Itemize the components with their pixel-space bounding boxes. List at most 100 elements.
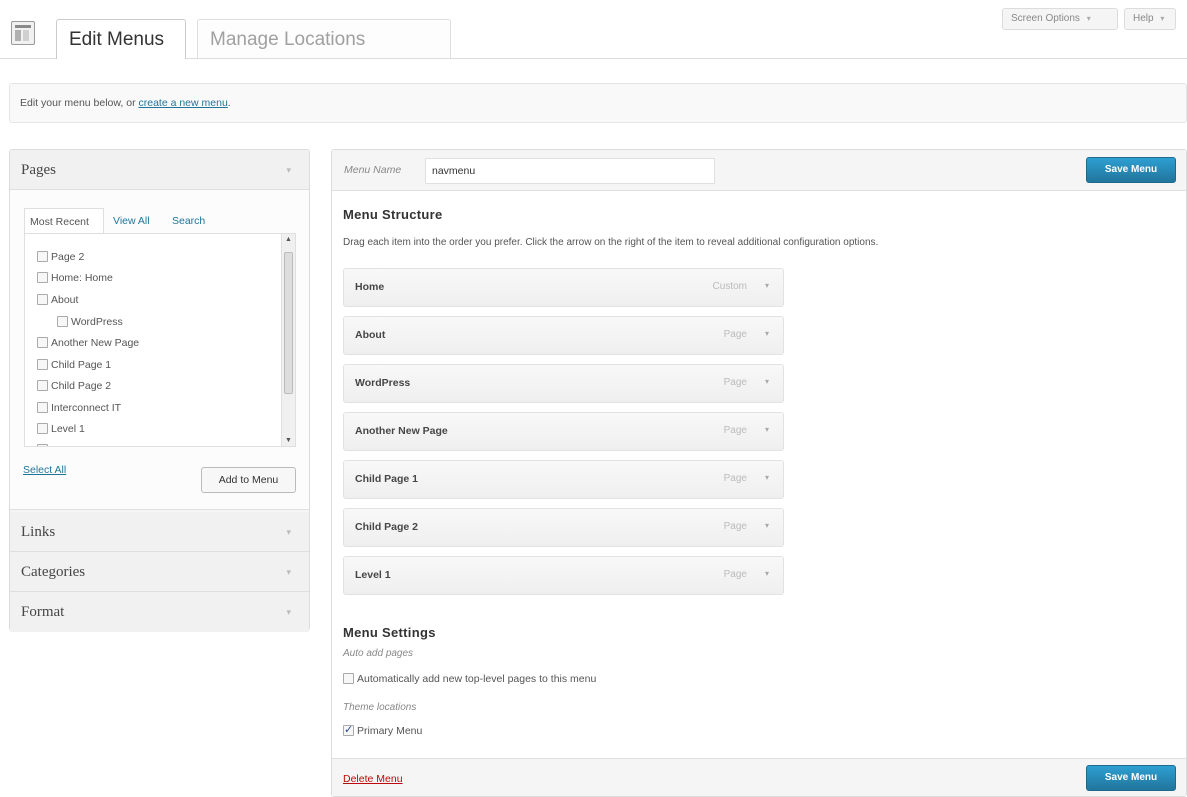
list-item[interactable]: Interconnect IT (37, 398, 121, 418)
create-new-menu-link[interactable]: create a new menu (138, 97, 227, 109)
tab-edit-menus[interactable]: Edit Menus (56, 19, 186, 59)
chevron-down-icon: ▾ (1160, 14, 1165, 23)
checkbox[interactable] (37, 271, 48, 283)
menu-structure-title: Menu Structure (343, 207, 443, 222)
chevron-down-icon: ▾ (286, 165, 291, 175)
menu-item-wordpress[interactable]: WordPress Page ▾ (343, 364, 784, 403)
tab-most-recent[interactable]: Most Recent (24, 208, 104, 234)
theme-locations-label: Theme locations (343, 702, 417, 713)
menu-footer: Delete Menu Save Menu (332, 758, 1186, 796)
section-title: Links (21, 524, 56, 540)
menu-item-title: About (355, 329, 386, 341)
add-to-menu-button[interactable]: Add to Menu (201, 467, 296, 493)
menu-item-type: Page (723, 329, 747, 340)
tab-manage-locations[interactable]: Manage Locations (197, 19, 451, 59)
list-item-label: Page 2 (51, 251, 85, 263)
select-all-link[interactable]: Select All (23, 464, 66, 476)
menu-item-title: Child Page 2 (355, 521, 419, 533)
expand-arrow-icon[interactable]: ▾ (765, 329, 769, 338)
menu-header: Menu Name navmenu Save Menu (332, 150, 1186, 191)
pages-checklist: Page 2 Home: Home About WordPress Anothe… (24, 233, 296, 447)
list-item-label: Another New Page (51, 337, 140, 349)
expand-arrow-icon[interactable]: ▾ (765, 569, 769, 578)
list-item[interactable]: Home: Home (37, 268, 113, 288)
notice-text: Edit your menu below, or (20, 97, 139, 109)
accordion-section-links[interactable]: Links ▾ (10, 512, 309, 552)
chevron-down-icon: ▾ (286, 607, 291, 617)
menu-name-label: Menu Name (344, 164, 402, 176)
delete-menu-link[interactable]: Delete Menu (343, 773, 403, 785)
pages-panel: Most Recent View All Search Page 2 Home:… (10, 190, 309, 510)
menu-item-another-new-page[interactable]: Another New Page Page ▾ (343, 412, 784, 451)
chevron-down-icon: ▾ (1086, 14, 1091, 23)
list-item[interactable] (37, 440, 51, 446)
scroll-down-icon[interactable]: ▼ (285, 437, 292, 444)
menu-item-title: Child Page 1 (355, 473, 419, 485)
checkbox[interactable] (37, 379, 48, 391)
screen-options-button[interactable]: Screen Options ▾ (1002, 8, 1118, 30)
screen-options-label: Screen Options (1011, 13, 1080, 24)
list-item-label: Home: Home (51, 272, 113, 284)
list-item[interactable]: About (37, 290, 78, 310)
list-item[interactable]: Page 2 (37, 247, 84, 267)
tab-view-all[interactable]: View All (108, 208, 155, 234)
auto-add-option[interactable]: Automatically add new top-level pages to… (343, 672, 597, 685)
menu-item-type: Page (723, 521, 747, 532)
menu-name-input[interactable]: navmenu (425, 158, 715, 184)
scroll-up-icon[interactable]: ▲ (285, 236, 292, 243)
checkbox[interactable] (37, 422, 48, 434)
checkbox[interactable] (57, 315, 68, 327)
menu-item-about[interactable]: About Page ▾ (343, 316, 784, 355)
menu-item-type: Page (723, 425, 747, 436)
list-item-label: About (51, 294, 79, 306)
list-item-label: WordPress (71, 316, 123, 328)
section-title: Categories (21, 564, 86, 580)
list-item[interactable]: Child Page 2 (37, 376, 111, 396)
tab-search[interactable]: Search (167, 208, 210, 234)
menu-item-type: Custom (712, 281, 747, 292)
menu-item-title: Home (355, 281, 385, 293)
expand-arrow-icon[interactable]: ▾ (765, 377, 769, 386)
expand-arrow-icon[interactable]: ▾ (765, 521, 769, 530)
checkbox[interactable] (37, 250, 48, 262)
primary-menu-option[interactable]: Primary Menu (343, 723, 423, 737)
save-menu-button[interactable]: Save Menu (1086, 765, 1176, 791)
menu-item-child-page-1[interactable]: Child Page 1 Page ▾ (343, 460, 784, 499)
menu-item-child-page-2[interactable]: Child Page 2 Page ▾ (343, 508, 784, 547)
expand-arrow-icon[interactable]: ▾ (765, 425, 769, 434)
menu-item-type: Page (723, 377, 747, 388)
help-button[interactable]: Help ▾ (1124, 8, 1176, 30)
save-menu-button[interactable]: Save Menu (1086, 157, 1176, 183)
auto-add-option-label: Automatically add new top-level pages to… (357, 673, 597, 685)
list-item[interactable]: WordPress (57, 312, 123, 332)
checkbox[interactable] (37, 293, 48, 305)
primary-menu-label: Primary Menu (357, 725, 423, 737)
auto-add-checkbox[interactable] (343, 672, 354, 684)
checkbox[interactable] (37, 401, 48, 413)
list-scrollbar[interactable]: ▲ ▼ (281, 234, 295, 446)
menu-item-title: Another New Page (355, 425, 448, 437)
primary-menu-checkbox[interactable] (343, 723, 354, 736)
expand-arrow-icon[interactable]: ▾ (765, 281, 769, 290)
list-item[interactable]: Level 1 (37, 419, 85, 439)
checkbox[interactable] (37, 443, 48, 446)
list-item[interactable]: Another New Page (37, 333, 139, 353)
checkbox[interactable] (37, 358, 48, 370)
scroll-thumb[interactable] (284, 252, 293, 394)
menu-item-level-1[interactable]: Level 1 Page ▾ (343, 556, 784, 595)
list-item-label: Level 1 (51, 423, 85, 435)
expand-arrow-icon[interactable]: ▾ (765, 473, 769, 482)
accordion-section-categories[interactable]: Categories ▾ (10, 552, 309, 592)
accordion-section-pages[interactable]: Pages ▾ (10, 150, 309, 190)
list-item[interactable]: Child Page 1 (37, 355, 111, 375)
list-item-label: Child Page 1 (51, 359, 112, 371)
accordion-section-format[interactable]: Format ▾ (10, 592, 309, 632)
menu-item-type: Page (723, 473, 747, 484)
list-item-label: Interconnect IT (51, 402, 122, 414)
checkbox[interactable] (37, 336, 48, 348)
chevron-down-icon: ▾ (286, 527, 291, 537)
chevron-down-icon: ▾ (286, 567, 291, 577)
menu-item-home[interactable]: Home Custom ▾ (343, 268, 784, 307)
section-title: Pages (21, 162, 56, 178)
section-title: Format (21, 604, 65, 620)
